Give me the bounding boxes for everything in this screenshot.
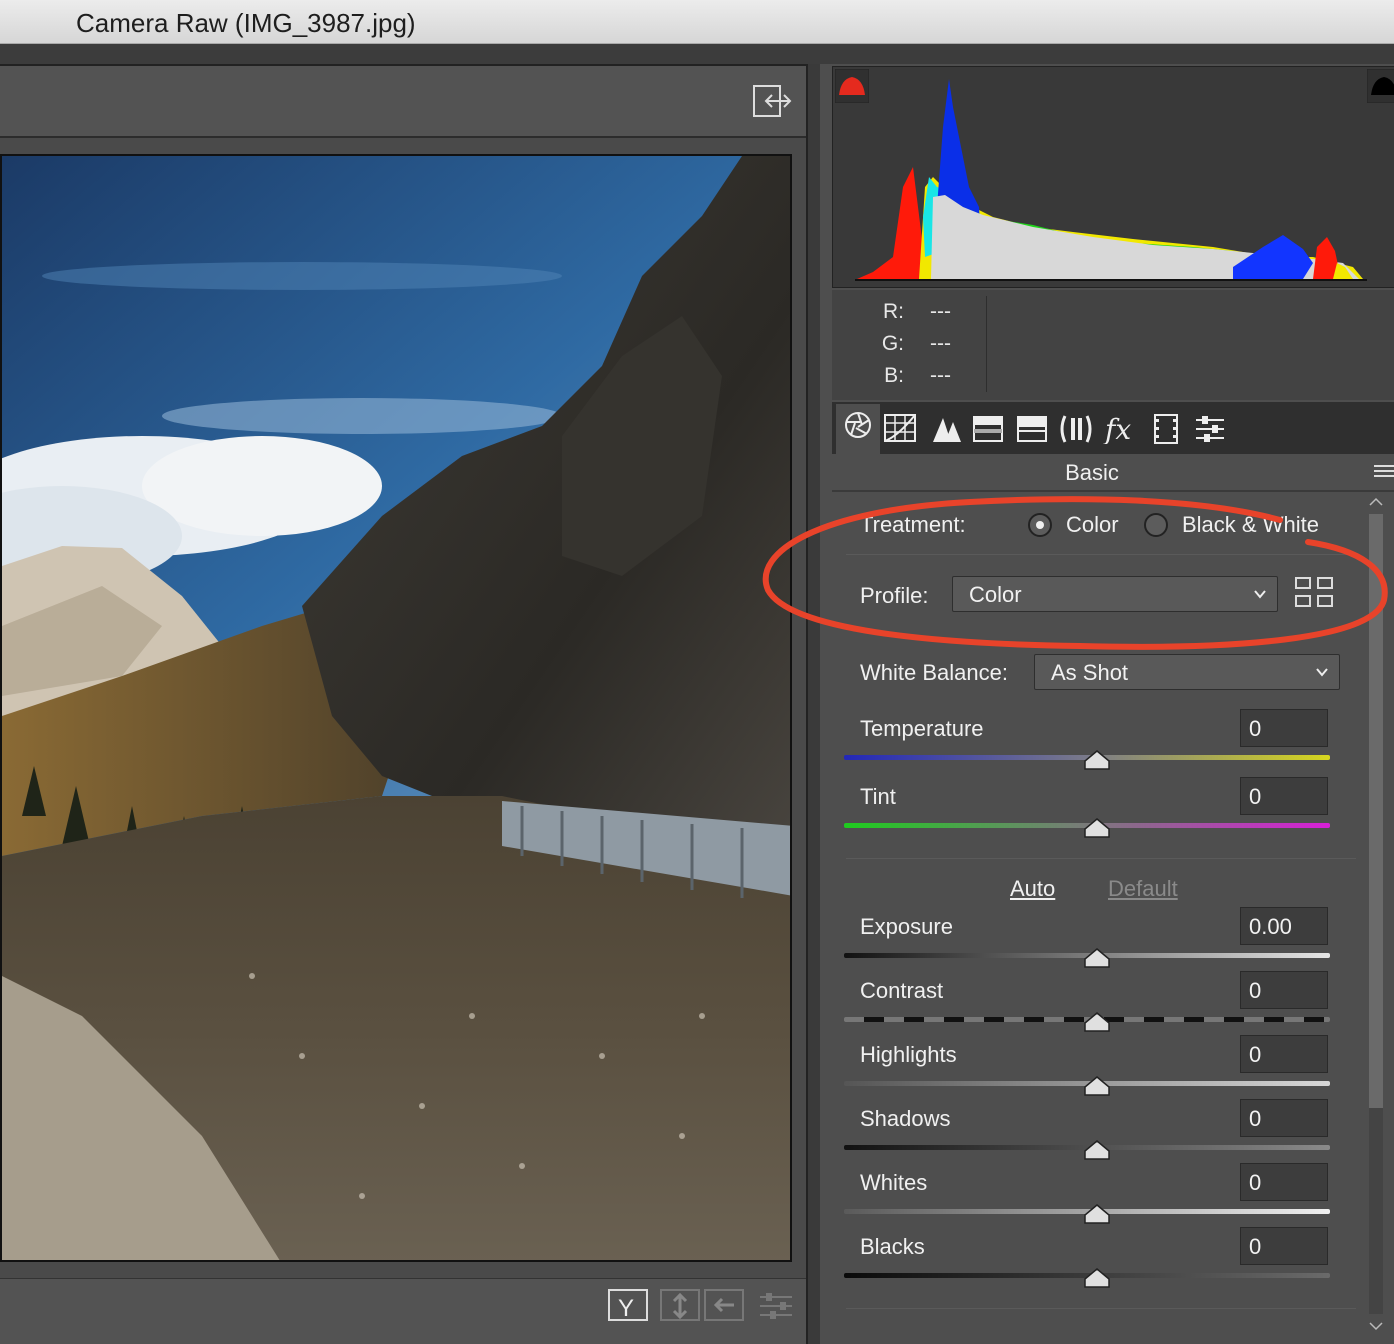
image-preview[interactable]: [0, 154, 792, 1262]
tone-curve-tab-icon[interactable]: [880, 408, 920, 448]
preview-area: Y: [0, 64, 808, 1344]
copy-settings-icon[interactable]: [704, 1289, 744, 1323]
b-label: B:: [884, 364, 904, 387]
treatment-color-label[interactable]: Color: [1066, 512, 1119, 538]
profile-browser-grid-icon[interactable]: [1294, 576, 1334, 610]
camera-calibration-tab-icon[interactable]: [1146, 408, 1186, 448]
preview-bottom-bar: Y: [0, 1278, 806, 1344]
window-title: Camera Raw (IMG_3987.jpg): [76, 8, 416, 38]
svg-text:Y: Y: [618, 1295, 634, 1322]
contrast-input[interactable]: 0: [1240, 971, 1328, 1009]
contrast-slider-thumb[interactable]: [1084, 1012, 1110, 1032]
shadows-value: 0: [1249, 1106, 1262, 1131]
treatment-color-radio[interactable]: [1028, 513, 1052, 537]
blacks-slider-thumb[interactable]: [1084, 1268, 1110, 1288]
white-balance-dropdown[interactable]: As Shot: [1034, 654, 1340, 690]
histogram: [832, 66, 1394, 288]
whites-value: 0: [1249, 1170, 1262, 1195]
rgb-readout: R: --- G: --- B: ---: [832, 290, 1394, 400]
detail-tab-icon[interactable]: [926, 408, 966, 448]
temperature-value: 0: [1249, 716, 1262, 741]
r-value: ---: [930, 300, 951, 323]
white-balance-label: White Balance:: [860, 660, 1008, 685]
shadows-slider-thumb[interactable]: [1084, 1140, 1110, 1160]
preview-toolbar: [0, 66, 806, 138]
divider: [846, 554, 1356, 555]
blacks-label: Blacks: [860, 1234, 925, 1259]
divider: [846, 858, 1356, 859]
g-value: ---: [930, 332, 951, 355]
divider: [846, 1308, 1356, 1309]
auto-link[interactable]: Auto: [1010, 876, 1055, 902]
exposure-input[interactable]: 0.00: [1240, 907, 1328, 945]
panel-tabs: fx: [832, 402, 1394, 454]
tint-value: 0: [1249, 784, 1262, 809]
whites-label: Whites: [860, 1170, 928, 1195]
profile-label: Profile:: [860, 583, 929, 608]
treatment-bw-label[interactable]: Black & White: [1182, 512, 1319, 538]
presets-tab-icon[interactable]: [1190, 408, 1230, 448]
r-label: R:: [883, 300, 904, 323]
g-label: G:: [881, 332, 904, 355]
highlights-label: Highlights: [860, 1042, 957, 1067]
title-bar: Camera Raw (IMG_3987.jpg): [0, 0, 1394, 44]
adjustments-panel: R: --- G: --- B: --- fx Basic Treatment:…: [808, 64, 1394, 1344]
b-value: ---: [930, 364, 951, 387]
chevron-down-icon: [1316, 668, 1328, 677]
section-header: Basic: [832, 454, 1394, 492]
fullscreen-toggle-icon[interactable]: [752, 84, 792, 118]
exposure-slider-thumb[interactable]: [1084, 948, 1110, 968]
contrast-value: 0: [1249, 978, 1262, 1003]
profile-dropdown[interactable]: Color: [952, 576, 1278, 612]
treatment-bw-radio[interactable]: [1144, 513, 1168, 537]
temperature-slider-thumb[interactable]: [1084, 750, 1110, 770]
highlights-value: 0: [1249, 1042, 1262, 1067]
shadows-label: Shadows: [860, 1106, 951, 1131]
chevron-down-icon: [1254, 590, 1266, 599]
blacks-value: 0: [1249, 1234, 1262, 1259]
exposure-label: Exposure: [860, 914, 953, 939]
profile-value: Color: [969, 582, 1022, 607]
panel-menu-icon[interactable]: [1374, 464, 1394, 480]
shadows-input[interactable]: 0: [1240, 1099, 1328, 1137]
readout-divider: [986, 296, 987, 392]
split-toning-tab-icon[interactable]: [1012, 408, 1052, 448]
tint-slider-thumb[interactable]: [1084, 818, 1110, 838]
contrast-label: Contrast: [860, 978, 944, 1003]
effects-tab-icon[interactable]: fx: [1100, 408, 1140, 448]
default-link[interactable]: Default: [1108, 876, 1178, 902]
blacks-input[interactable]: 0: [1240, 1227, 1328, 1265]
highlights-input[interactable]: 0: [1240, 1035, 1328, 1073]
hsl-tab-icon[interactable]: [968, 408, 1008, 448]
temperature-input[interactable]: 0: [1240, 709, 1328, 747]
basic-tab-icon[interactable]: [836, 404, 880, 454]
svg-text:fx: fx: [1103, 414, 1131, 444]
whites-input[interactable]: 0: [1240, 1163, 1328, 1201]
highlights-slider-thumb[interactable]: [1084, 1076, 1110, 1096]
tint-input[interactable]: 0: [1240, 777, 1328, 815]
treatment-label: Treatment:: [860, 512, 966, 537]
swap-settings-icon[interactable]: [660, 1289, 700, 1323]
before-after-view-icon[interactable]: Y: [608, 1289, 648, 1323]
scrollbar-thumb[interactable]: [1369, 514, 1383, 1108]
tint-label: Tint: [860, 784, 896, 809]
toggle-settings-icon[interactable]: [756, 1289, 796, 1323]
temperature-label: Temperature: [860, 716, 984, 741]
section-title: Basic: [1065, 460, 1119, 485]
camera-raw-window: { "window": { "title": "Camera Raw (IMG_…: [0, 0, 1394, 1344]
lens-corrections-tab-icon[interactable]: [1056, 408, 1096, 448]
whites-slider-thumb[interactable]: [1084, 1204, 1110, 1224]
white-balance-value: As Shot: [1051, 660, 1129, 685]
exposure-value: 0.00: [1249, 914, 1292, 939]
panel-scrollbar[interactable]: [1366, 494, 1386, 1334]
